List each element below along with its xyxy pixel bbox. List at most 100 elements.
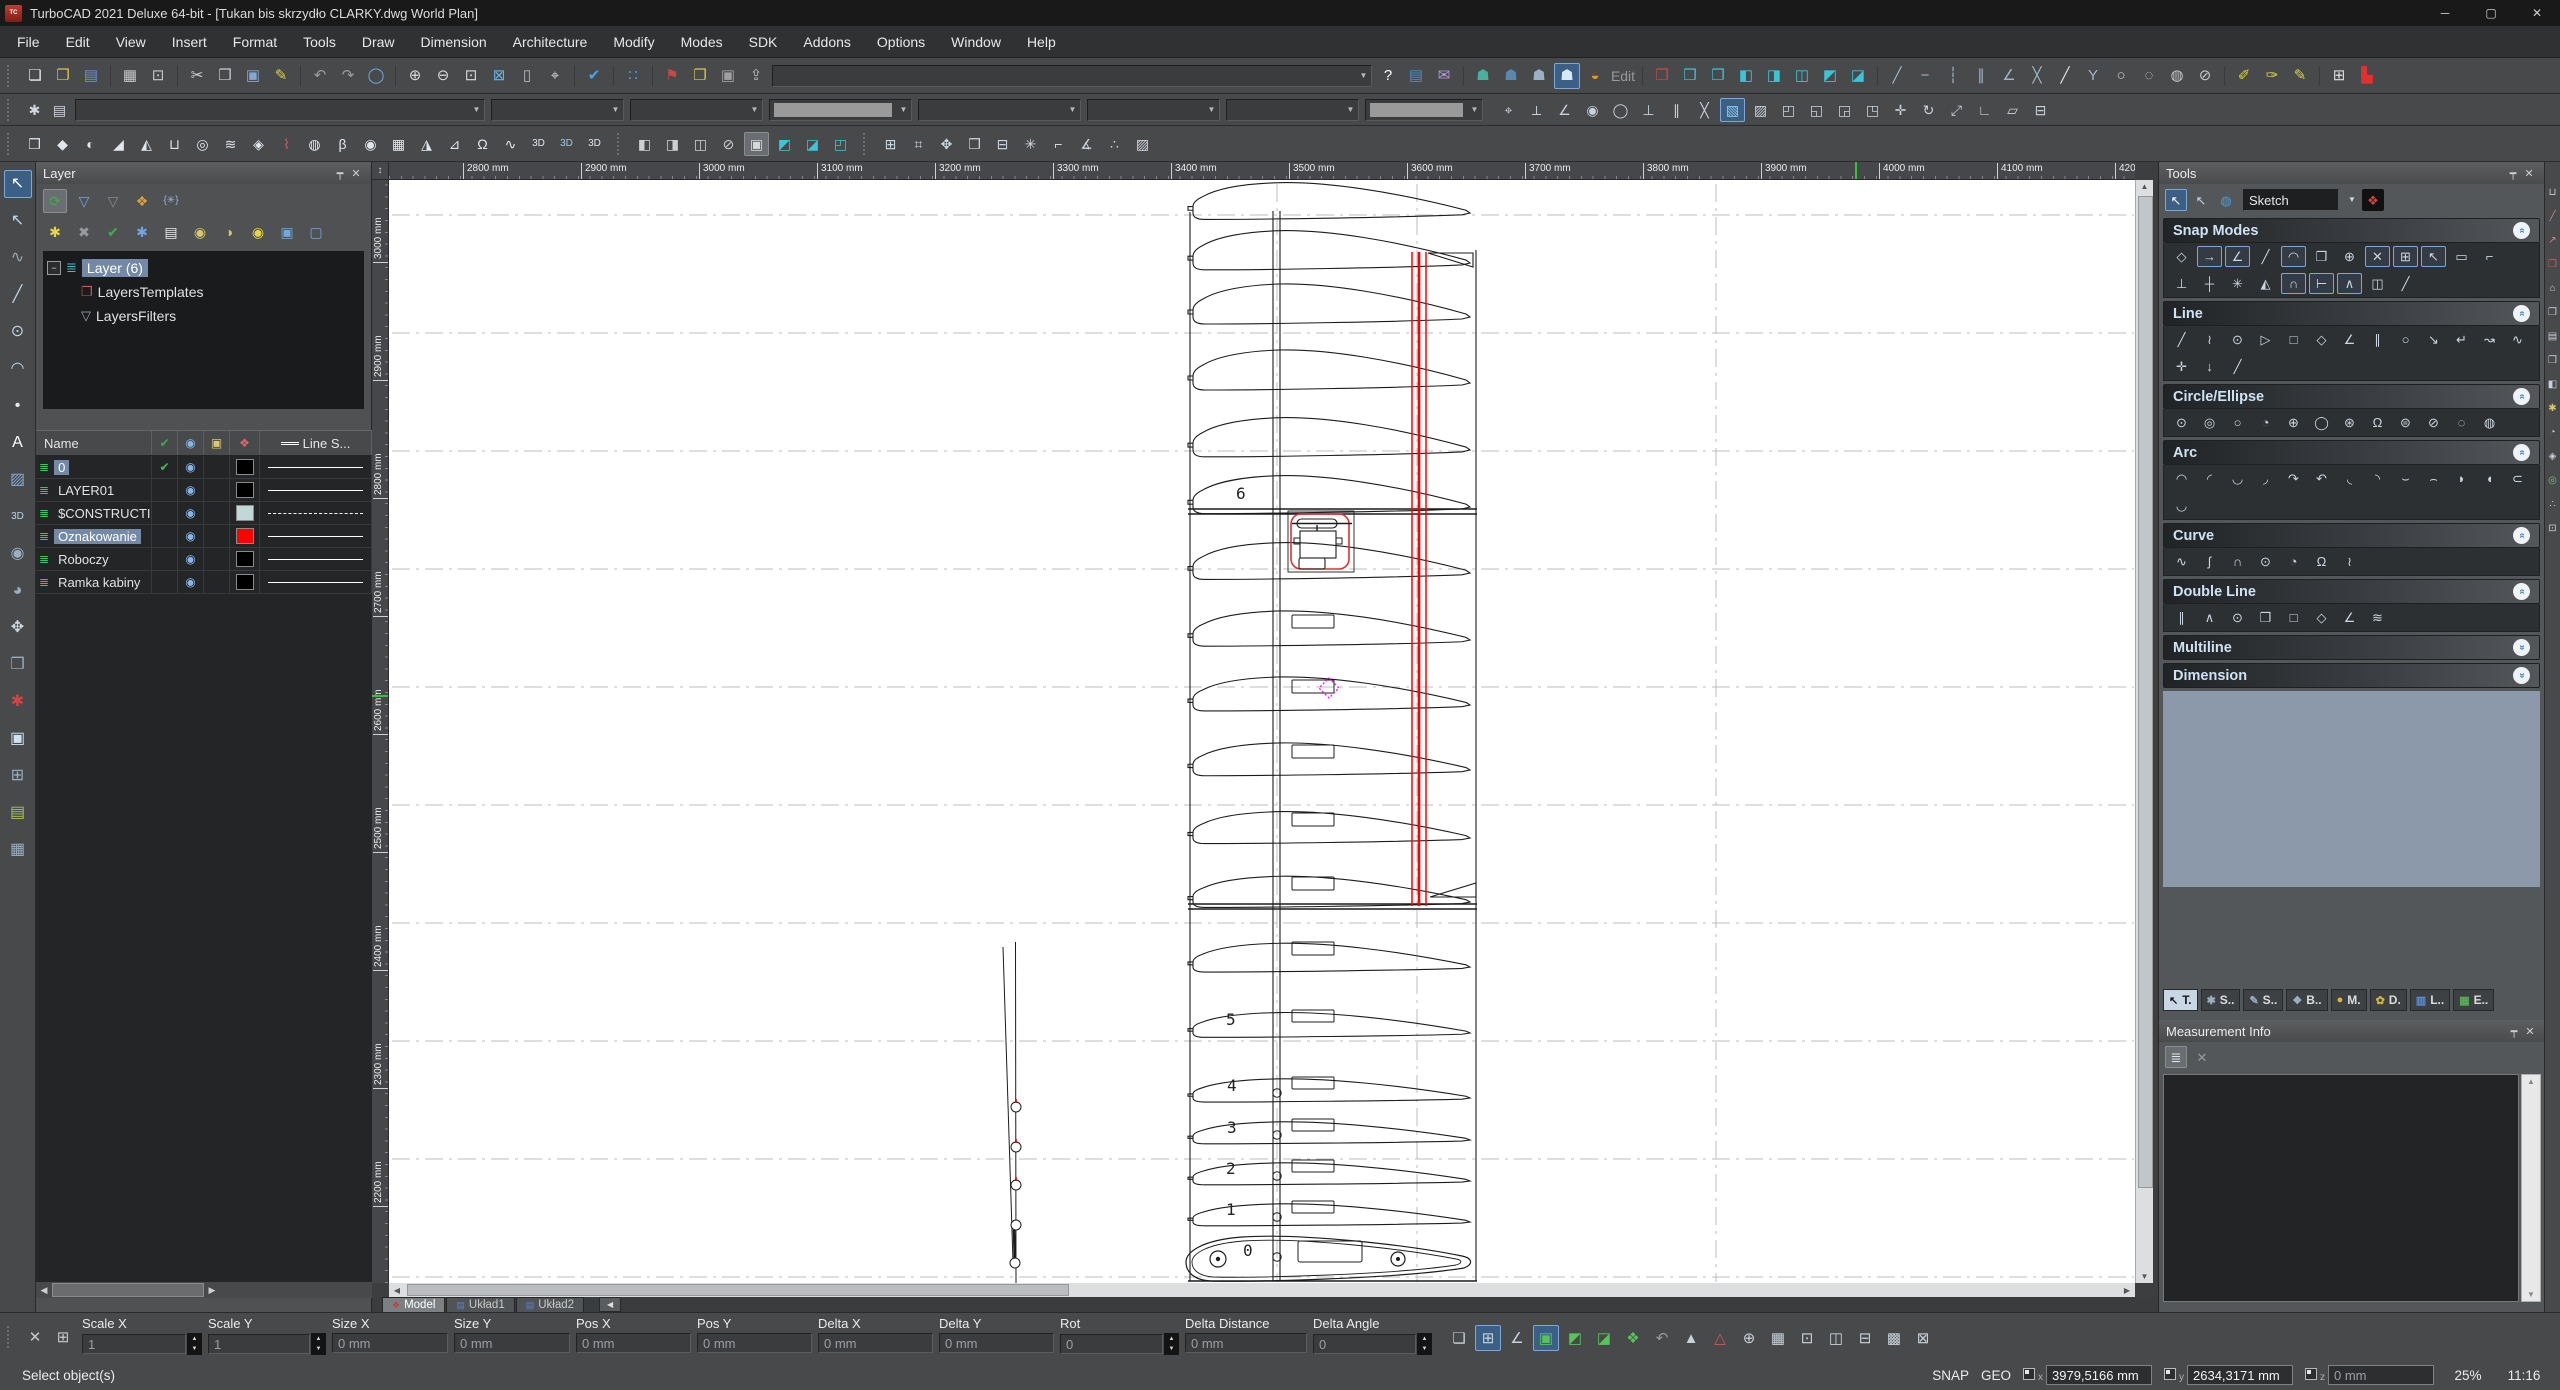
sheet-tab[interactable]: ▤ Układ1 (446, 1297, 515, 1312)
menu-item[interactable]: Options (864, 29, 938, 55)
collapse-chevron-icon[interactable]: « (2513, 222, 2530, 239)
node-net-icon[interactable]: ∴ (2546, 498, 2560, 512)
fill-combo[interactable]: ▼ (1365, 98, 1483, 121)
report-icon[interactable]: ≣ (2165, 1046, 2187, 1068)
visibility-eye-icon[interactable]: ◉ (185, 483, 195, 497)
percent-lock-icon[interactable]: ⊞ (1475, 1325, 1501, 1351)
vertical-scrollbar[interactable]: ▲ ▼ (2135, 180, 2153, 1283)
rotated-rectangle-icon[interactable]: ◇ (2309, 329, 2334, 350)
line-icon[interactable]: ╱ (2169, 329, 2194, 350)
ellipse-rotated-icon[interactable]: ⊘ (2421, 412, 2446, 433)
toolbar-grip[interactable] (7, 1326, 16, 1348)
collapse-chevron-icon[interactable]: « (2513, 583, 2530, 600)
ellipse-icon[interactable]: Ω (2365, 412, 2390, 433)
hardhat-icon[interactable]: ◒ (1582, 63, 1608, 89)
3d-prism-icon[interactable]: ◈ (246, 132, 271, 156)
field-input[interactable]: 1 (208, 1334, 310, 1354)
toolbar-grip[interactable] (863, 132, 872, 155)
edit-mode-label[interactable]: Edit (1610, 63, 1636, 89)
close-icon[interactable]: ✕ (2521, 167, 2537, 180)
3d-wedge-icon[interactable]: ◭ (134, 132, 159, 156)
polygon-center-icon[interactable]: ⊙ (2225, 329, 2250, 350)
boolean-add-icon[interactable]: ◧ (632, 132, 657, 156)
parallel-line-icon[interactable]: ∥ (2365, 329, 2390, 350)
layer-tree-item[interactable]: ▽ LayersFilters (47, 304, 360, 328)
array-polar-icon[interactable]: ✥ (934, 132, 959, 156)
3d-mesh-icon[interactable]: ▦ (386, 132, 411, 156)
geo-indicator[interactable]: GEO (1981, 1368, 2011, 1383)
circle-edit-icon[interactable]: ◌ (2136, 63, 2162, 89)
arc-right-icon[interactable]: ◗ (2449, 468, 2474, 489)
view-cube-icon[interactable]: ◧ (1733, 63, 1759, 89)
selection-info-combo[interactable]: ▼ (772, 64, 1372, 87)
angle-tool-icon[interactable]: ∠ (1552, 98, 1577, 122)
menu-item[interactable]: Modify (600, 29, 667, 55)
layers-stack-icon[interactable]: ❐ (2546, 306, 2560, 320)
multiline-icon[interactable]: ≀ (2197, 329, 2222, 350)
3d-box-icon[interactable]: ❒ (22, 132, 47, 156)
selector-3d-icon[interactable]: ▨ (1748, 98, 1773, 122)
modify-pencil-icon[interactable]: ✐ (2231, 63, 2257, 89)
close-button[interactable]: ✕ (2514, 0, 2560, 26)
undo-icon[interactable]: ↶ (307, 63, 333, 89)
tree-root-label[interactable]: Layer (6) (81, 259, 148, 277)
shade-box-icon[interactable]: ◧ (2546, 378, 2560, 392)
corner-a-icon[interactable]: ◩ (1562, 1325, 1588, 1351)
corner-b-icon[interactable]: ◪ (1591, 1325, 1617, 1351)
stamp-icon[interactable]: ⌂ (2546, 282, 2560, 296)
select-frame-icon[interactable]: ⊡ (2546, 522, 2560, 536)
pick-icon[interactable]: ◫ (1823, 1325, 1849, 1351)
coord-lock-icon[interactable] (2023, 1368, 2035, 1380)
circle-edit-icon[interactable]: ○ (2108, 63, 2134, 89)
servo-detail[interactable] (1287, 510, 1355, 573)
layer-linestyle-sample[interactable] (267, 512, 364, 514)
nearest-snap-icon[interactable]: ∠ (2225, 246, 2250, 267)
tree-collapse-icon[interactable]: − (47, 261, 61, 275)
array-rect-icon[interactable]: ⊞ (878, 132, 903, 156)
quadrant-snap-icon[interactable]: ∩ (2281, 273, 2306, 294)
group-select-icon[interactable]: ◳ (1860, 98, 1885, 122)
menu-item[interactable]: Insert (159, 29, 220, 55)
menu-item[interactable]: Draw (349, 29, 408, 55)
pin-icon[interactable]: ┯ (2505, 167, 2521, 180)
intersect-icon[interactable]: ╳ (1692, 98, 1717, 122)
window-icon[interactable]: ▤ (2546, 330, 2560, 344)
menu-item[interactable]: View (103, 29, 159, 55)
visibility-eye-icon[interactable]: ◉ (185, 529, 195, 543)
field-input[interactable]: 0 mm (576, 1333, 691, 1353)
perpendicular-snap-icon[interactable]: ⊥ (2169, 273, 2194, 294)
stamp-small-icon[interactable]: ⊕ (1736, 1325, 1762, 1351)
double-parallel-icon[interactable]: ≋ (2365, 607, 2390, 628)
hatch-edit-icon[interactable]: ▨ (1130, 132, 1155, 156)
name-column-header[interactable]: Name (36, 431, 152, 455)
parabola-icon[interactable]: ∩ (2225, 551, 2250, 572)
expand-chevron-icon[interactable]: « (2513, 639, 2530, 656)
swap-icon[interactable]: ◈ (2546, 450, 2560, 464)
layer-linestyle-sample[interactable] (267, 535, 364, 537)
brush-icon[interactable]: ✱ (2546, 402, 2560, 416)
arc-concave-icon[interactable]: ◡ (2225, 468, 2250, 489)
arc-center-icon[interactable]: ◠ (2169, 468, 2194, 489)
lock-cell[interactable] (204, 548, 230, 570)
ruler-corner[interactable]: ↕ (372, 162, 389, 180)
palette-icon[interactable]: ❖ (130, 189, 154, 213)
selector-2d-icon[interactable]: ▧ (1720, 97, 1745, 122)
linestyle-column-header[interactable]: Line S... (260, 431, 372, 455)
double-circle-icon[interactable]: ⊙ (2225, 607, 2250, 628)
zoom-window-icon[interactable]: ⊡ (458, 63, 484, 89)
copy-entity-icon[interactable]: ❒ (2546, 258, 2560, 272)
radial-copy-icon[interactable]: ✳ (1018, 132, 1043, 156)
cross-line-icon[interactable]: ✛ (2169, 356, 2194, 377)
style-manager-icon[interactable]: ▤ (47, 98, 72, 122)
menu-item[interactable]: Help (1014, 29, 1069, 55)
vertical-ruler[interactable]: 3000 mm 2900 mm 2800 mm 2700 mm 2600 mm 2500 … (372, 180, 389, 1283)
collapse-chevron-icon[interactable]: « (2513, 305, 2530, 322)
angle-mode-icon[interactable]: ∠ (1504, 1325, 1530, 1351)
circle-diameter-icon[interactable]: ⊕ (2281, 412, 2306, 433)
lock-cell[interactable] (204, 479, 230, 501)
layer-combo[interactable]: ▼ (75, 98, 485, 121)
lock-aspect-icon[interactable]: ⊟ (2028, 98, 2053, 122)
scroll-up-icon[interactable]: ▲ (2522, 1077, 2540, 1086)
helix-icon[interactable]: ◔ (2281, 551, 2306, 572)
toolbar-grip[interactable] (7, 132, 16, 155)
